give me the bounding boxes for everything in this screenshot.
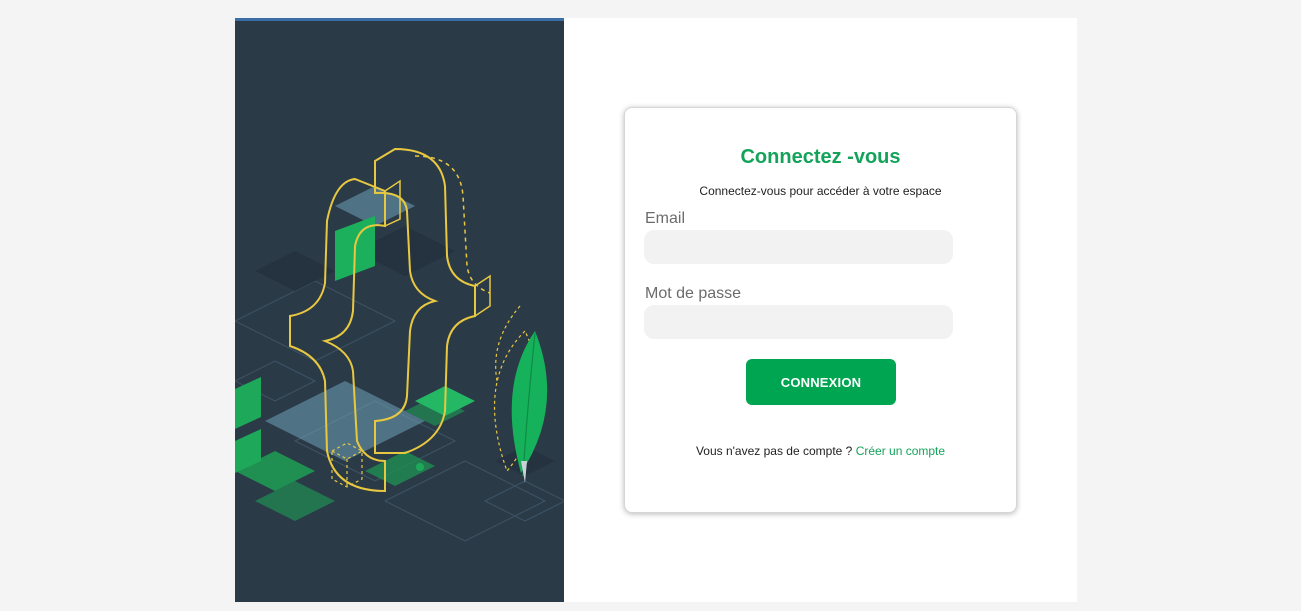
email-label: Email [645,210,686,227]
password-label: Mot de passe [645,285,742,302]
create-account-link[interactable]: Créer un compte [856,444,945,458]
login-subtitle: Connectez-vous pour accéder à votre espa… [699,184,942,198]
signup-row: Vous n'avez pas de compte ? Créer un com… [625,444,1016,458]
login-button[interactable]: CONNEXION [746,359,896,405]
page-frame: Connectez -vous Connectez-vous pour accé… [235,18,1077,602]
password-field[interactable] [644,305,953,339]
hero-panel [235,18,564,602]
signup-prompt: Vous n'avez pas de compte ? [695,444,853,458]
curly-braces-leaf-illustration [235,147,564,542]
email-field[interactable] [644,230,953,264]
login-title: Connectez -vous [740,146,901,168]
login-card: Connectez -vous Connectez-vous pour accé… [624,107,1017,513]
